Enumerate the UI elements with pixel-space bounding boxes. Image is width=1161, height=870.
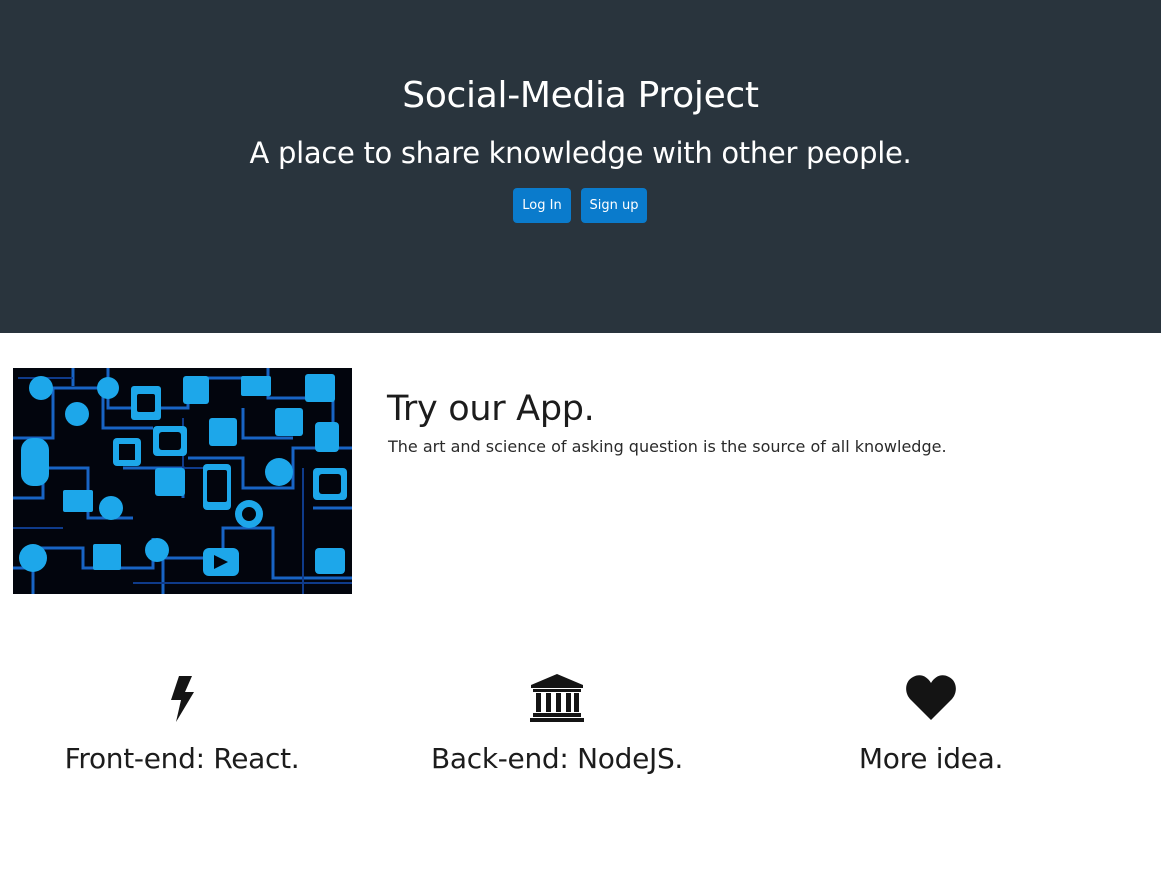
signup-button[interactable]: Sign up xyxy=(581,188,647,223)
bolt-icon xyxy=(171,676,194,722)
app-description: The art and science of asking question i… xyxy=(388,437,947,456)
heart-icon xyxy=(906,675,956,720)
page-title: Social-Media Project xyxy=(402,75,759,116)
feature-label: Front-end: React. xyxy=(64,742,300,775)
feature-label: Back-end: NodeJS. xyxy=(430,742,684,775)
bank-icon xyxy=(530,674,584,722)
page-subtitle: A place to share knowledge with other pe… xyxy=(249,136,912,170)
hero-section: Social-Media Project A place to share kn… xyxy=(0,0,1161,333)
feature-label: More idea. xyxy=(858,742,1004,775)
feature-backend: Back-end: NodeJS. xyxy=(367,670,747,777)
feature-more: More idea. xyxy=(741,670,1121,777)
social-media-network-image xyxy=(13,368,352,594)
app-title: Try our App. xyxy=(387,389,595,429)
login-button[interactable]: Log In xyxy=(513,188,571,223)
feature-frontend: Front-end: React. xyxy=(0,670,372,777)
